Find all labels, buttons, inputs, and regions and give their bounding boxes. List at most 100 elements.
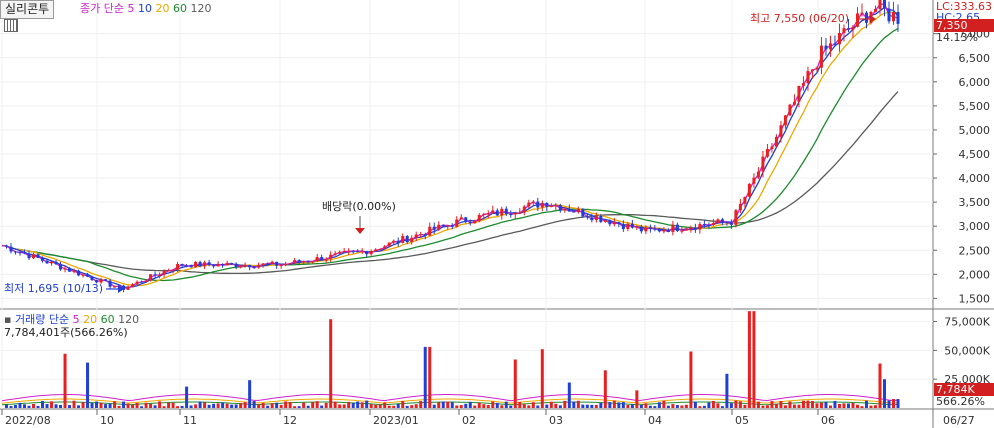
volume-bar [302,402,306,408]
volume-legend-marker: ▪ [4,313,12,326]
volume-bar [891,399,895,408]
candle-body [477,214,481,222]
vma60-legend: 60 [100,313,115,326]
candle-body [302,261,306,263]
volume-bar [320,405,324,408]
candle-body [626,223,630,229]
volume-bar [86,362,90,408]
volume-bar [680,405,684,408]
date-tick-label: 10 [100,414,114,427]
date-tick-label: 03 [549,414,563,427]
volume-bar [108,403,112,408]
candle-body [675,224,679,232]
candle-body [752,177,756,184]
vma5-legend: 5 [72,313,80,326]
candle-body [554,205,558,207]
volume-bar [554,403,558,408]
volume-bar [837,403,841,408]
volume-bar [644,403,648,408]
candle-body [234,263,238,267]
candle-body [779,125,783,137]
volume-bar [9,406,13,408]
candle-body [441,224,445,226]
candle-body [738,203,742,211]
volume-bar [608,402,612,408]
volume-bar [653,406,657,408]
candle-body [864,12,868,23]
candle-body [414,234,418,238]
volume-bar [342,404,346,408]
volume-bar [743,404,747,408]
candle-body [455,219,459,227]
volume-bar [167,402,171,408]
volume-legend-label: 거래량 단순 [14,313,70,326]
candle-body [770,146,774,149]
price-legend: 종가 단순 5 10 20 60 120 [80,2,211,16]
candle-body [342,251,346,253]
date-tick-label: 2022/08 [5,414,51,427]
candle-body [324,258,328,261]
candle-body [878,0,882,9]
stock-name-box[interactable]: 실리콘투 [0,0,55,19]
volume-bar [293,406,297,408]
price-tick-label: 4,000 [959,172,991,185]
volume-bar [585,404,589,408]
volume-bar [720,406,724,408]
candle-body [248,265,252,268]
ma120-legend: 120 [190,2,212,15]
volume-bar [176,406,180,408]
price-tick-label: 3,000 [959,220,991,233]
volume-bar [59,404,63,408]
volume-bar [405,405,409,408]
volume-bar [698,406,702,408]
ma10-legend: 10 [137,2,152,15]
volume-bar [860,406,864,408]
date-tick-label: 2023/01 [373,414,419,427]
candle-body [576,208,580,213]
candle-body [563,209,567,211]
candle-body [315,257,319,262]
volume-bar [527,405,531,408]
candle-body [338,251,342,254]
candle-body [783,115,787,126]
candle-body [41,257,45,261]
volume-bar [563,400,567,408]
candle-body [653,228,657,230]
candle-body [743,196,747,204]
volume-bar [347,401,351,408]
volume-bar [783,405,787,408]
candle-body [518,212,522,214]
candle-body [144,280,148,282]
candle-body [63,268,67,270]
date-tick-label: 11 [183,414,197,427]
volume-bar [603,370,607,408]
candle-body [257,265,261,268]
volume-bar [360,402,364,408]
volume-bar [81,402,85,408]
volume-bar [882,379,886,408]
volume-bar [171,402,175,408]
stock-name: 실리콘투 [5,2,50,16]
volume-bar [473,405,477,408]
candle-body [716,219,720,224]
volume-bar [338,404,342,408]
volume-bar [297,406,301,408]
volume-bar [666,405,670,408]
candle-body [68,268,72,272]
candle-body [671,224,675,233]
grid-toggle-icon[interactable] [4,19,18,32]
volume-bar [594,404,598,408]
volume-bar [504,401,508,408]
volume-bar [446,401,450,408]
volume-bar [738,401,742,408]
candle-body [171,269,175,271]
volume-bar [216,403,220,408]
volume-bar [95,401,99,408]
volume-bar [675,404,679,408]
volume-axis-ticks: 75,000K50,000K25,000K [933,316,991,386]
volume-bar [266,405,270,408]
volume-bar [144,402,148,408]
volume-bar [275,402,279,408]
volume-bar [711,401,715,408]
candle-body [648,227,652,229]
